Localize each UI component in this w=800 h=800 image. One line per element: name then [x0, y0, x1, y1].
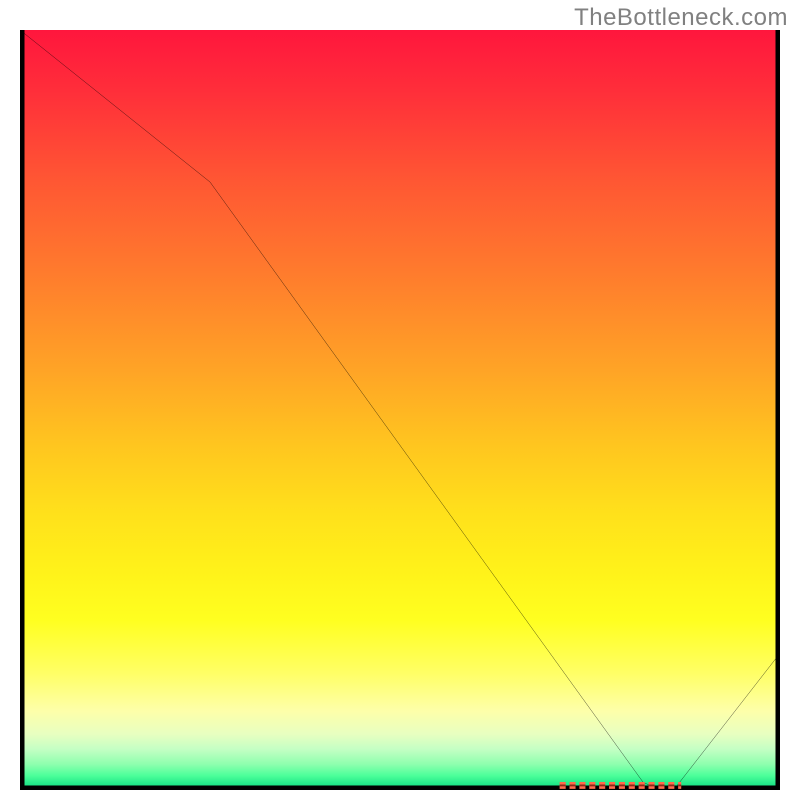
watermark: TheBottleneck.com: [574, 4, 788, 32]
optimal-marker: [20, 30, 780, 790]
plot-area: [20, 30, 780, 790]
chart-root: TheBottleneck.com: [0, 0, 800, 800]
